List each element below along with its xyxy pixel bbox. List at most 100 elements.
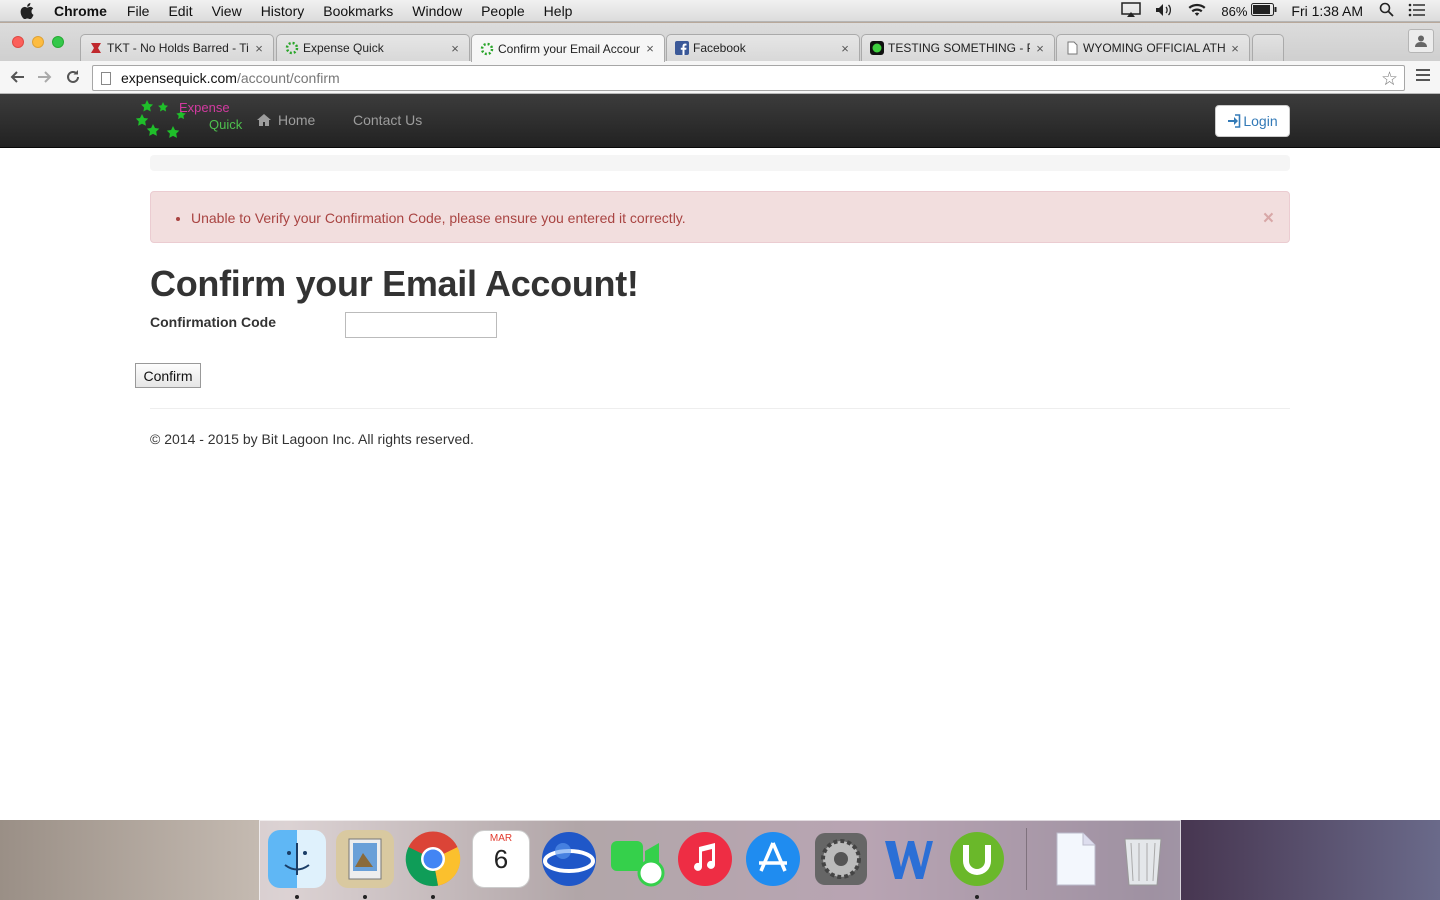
running-indicator	[363, 895, 367, 899]
browser-toolbar: expensequick.com /account/confirm ☆	[0, 61, 1440, 94]
battery-percentage: 86%	[1221, 3, 1248, 19]
menu-people[interactable]: People	[481, 3, 525, 19]
menu-app-chrome[interactable]: Chrome	[54, 3, 107, 19]
tab-testing-something[interactable]: TESTING SOMETHING - P ×	[861, 34, 1055, 61]
tab-close-icon[interactable]: ×	[1034, 41, 1046, 56]
macos-menubar: Chrome File Edit View History Bookmarks …	[0, 0, 1440, 22]
tab-close-icon[interactable]: ×	[253, 41, 265, 56]
tab-title: Expense Quick	[303, 41, 384, 55]
tab-tkt[interactable]: TKT - No Holds Barred - Ti ×	[80, 34, 274, 61]
expense-quick-logo[interactable]: Expense Quick	[133, 98, 243, 144]
menu-history[interactable]: History	[261, 3, 305, 19]
footer-divider	[150, 408, 1290, 409]
preview-icon[interactable]	[336, 830, 394, 888]
finder-icon[interactable]	[268, 830, 326, 888]
menu-edit[interactable]: Edit	[168, 3, 192, 19]
person-icon	[1415, 35, 1427, 47]
tab-close-icon[interactable]: ×	[1229, 41, 1241, 56]
nav-contact-link[interactable]: Contact Us	[353, 112, 422, 128]
reload-button[interactable]	[62, 66, 84, 88]
dock: MAR 6	[259, 820, 1181, 900]
utorrent-icon[interactable]	[948, 830, 1006, 888]
brand-text-quick: Quick	[209, 117, 243, 132]
app-store-icon[interactable]	[744, 830, 802, 888]
url-path: /account/confirm	[236, 70, 340, 86]
tab-facebook[interactable]: Facebook ×	[666, 34, 860, 61]
window-close-button[interactable]	[12, 36, 24, 48]
arrow-right-icon	[38, 71, 52, 83]
page-title: Confirm your Email Account!	[150, 263, 639, 304]
expense-quick-favicon-icon	[285, 41, 299, 55]
facebook-favicon-icon	[675, 41, 689, 55]
system-preferences-icon[interactable]	[812, 830, 870, 888]
airplay-icon[interactable]	[1121, 1, 1142, 21]
error-list: Unable to Verify your Confirmation Code,…	[191, 210, 686, 226]
error-message: Unable to Verify your Confirmation Code,…	[191, 210, 686, 226]
profile-button[interactable]	[1408, 29, 1434, 53]
menu-help[interactable]: Help	[544, 3, 573, 19]
tab-strip: TKT - No Holds Barred - Ti × Expense Qui…	[0, 23, 1440, 62]
log-in-icon	[1227, 114, 1241, 128]
battery-icon[interactable]	[1251, 3, 1277, 19]
menu-file[interactable]: File	[127, 3, 150, 19]
calendar-month: MAR	[489, 833, 513, 844]
tab-confirm-email[interactable]: Confirm your Email Accoun ×	[471, 34, 665, 62]
confirm-button[interactable]: Confirm	[135, 363, 201, 388]
chrome-icon[interactable]	[404, 830, 462, 888]
calendar-icon[interactable]: MAR 6	[472, 830, 530, 888]
notification-center-icon[interactable]	[1408, 3, 1426, 20]
trash-icon[interactable]	[1114, 830, 1172, 888]
brand-text-expense: Expense	[179, 100, 230, 115]
running-indicator	[431, 895, 435, 899]
calendar-day: 6	[493, 844, 509, 874]
expense-quick-favicon-icon	[480, 42, 494, 56]
tab-title: Facebook	[693, 41, 746, 55]
spotlight-search-icon[interactable]	[1379, 2, 1394, 20]
tab-title: Confirm your Email Accoun	[498, 41, 640, 56]
facetime-icon[interactable]	[608, 830, 666, 888]
itunes-icon[interactable]	[676, 830, 734, 888]
login-button[interactable]: Login	[1215, 105, 1290, 137]
window-minimize-button[interactable]	[32, 36, 44, 48]
tab-title: TESTING SOMETHING - P	[888, 41, 1030, 55]
arrow-left-icon	[10, 71, 24, 83]
volume-icon[interactable]	[1155, 3, 1173, 20]
address-bar[interactable]: expensequick.com /account/confirm ☆	[92, 65, 1405, 91]
tab-close-icon[interactable]: ×	[839, 41, 851, 56]
menu-window[interactable]: Window	[412, 3, 462, 19]
tab-expense-quick[interactable]: Expense Quick ×	[276, 34, 470, 61]
tab-title: TKT - No Holds Barred - Ti	[107, 41, 249, 55]
menubar-clock[interactable]: Fri 1:38 AM	[1291, 3, 1363, 19]
menubar-status-area: 86% Fri 1:38 AM	[1121, 0, 1440, 22]
login-label: Login	[1243, 113, 1278, 129]
menu-bookmarks[interactable]: Bookmarks	[323, 3, 393, 19]
error-alert: Unable to Verify your Confirmation Code,…	[150, 191, 1290, 243]
nav-home-link[interactable]: Home	[256, 112, 315, 128]
confirmation-code-input[interactable]	[345, 312, 497, 338]
new-tab-button[interactable]	[1252, 34, 1284, 61]
dock-separator	[1026, 828, 1027, 890]
back-button[interactable]	[6, 66, 28, 88]
tab-wyoming[interactable]: WYOMING OFFICIAL ATHL ×	[1056, 34, 1250, 61]
reload-icon	[67, 70, 79, 83]
running-indicator	[975, 895, 979, 899]
tab-title: WYOMING OFFICIAL ATHL	[1083, 41, 1225, 55]
google-earth-icon[interactable]	[540, 830, 598, 888]
alert-close-icon[interactable]: ×	[1263, 208, 1274, 230]
wifi-icon[interactable]	[1187, 2, 1207, 20]
home-icon	[256, 113, 272, 127]
apple-menu-icon[interactable]	[18, 2, 36, 20]
confirmation-code-label: Confirmation Code	[150, 314, 276, 330]
tab-close-icon[interactable]: ×	[449, 41, 461, 56]
green-square-favicon-icon	[870, 41, 884, 55]
tab-close-icon[interactable]: ×	[644, 41, 656, 56]
window-zoom-button[interactable]	[52, 36, 64, 48]
menu-view[interactable]: View	[212, 3, 242, 19]
chrome-menu-button[interactable]	[1416, 69, 1430, 84]
word-icon[interactable]	[880, 830, 938, 888]
url-host: expensequick.com	[121, 70, 237, 86]
forward-button[interactable]	[34, 66, 56, 88]
footer-copyright: © 2014 - 2015 by Bit Lagoon Inc. All rig…	[150, 431, 474, 447]
documents-icon[interactable]	[1046, 830, 1104, 888]
bookmark-star-icon[interactable]: ☆	[1381, 68, 1398, 91]
